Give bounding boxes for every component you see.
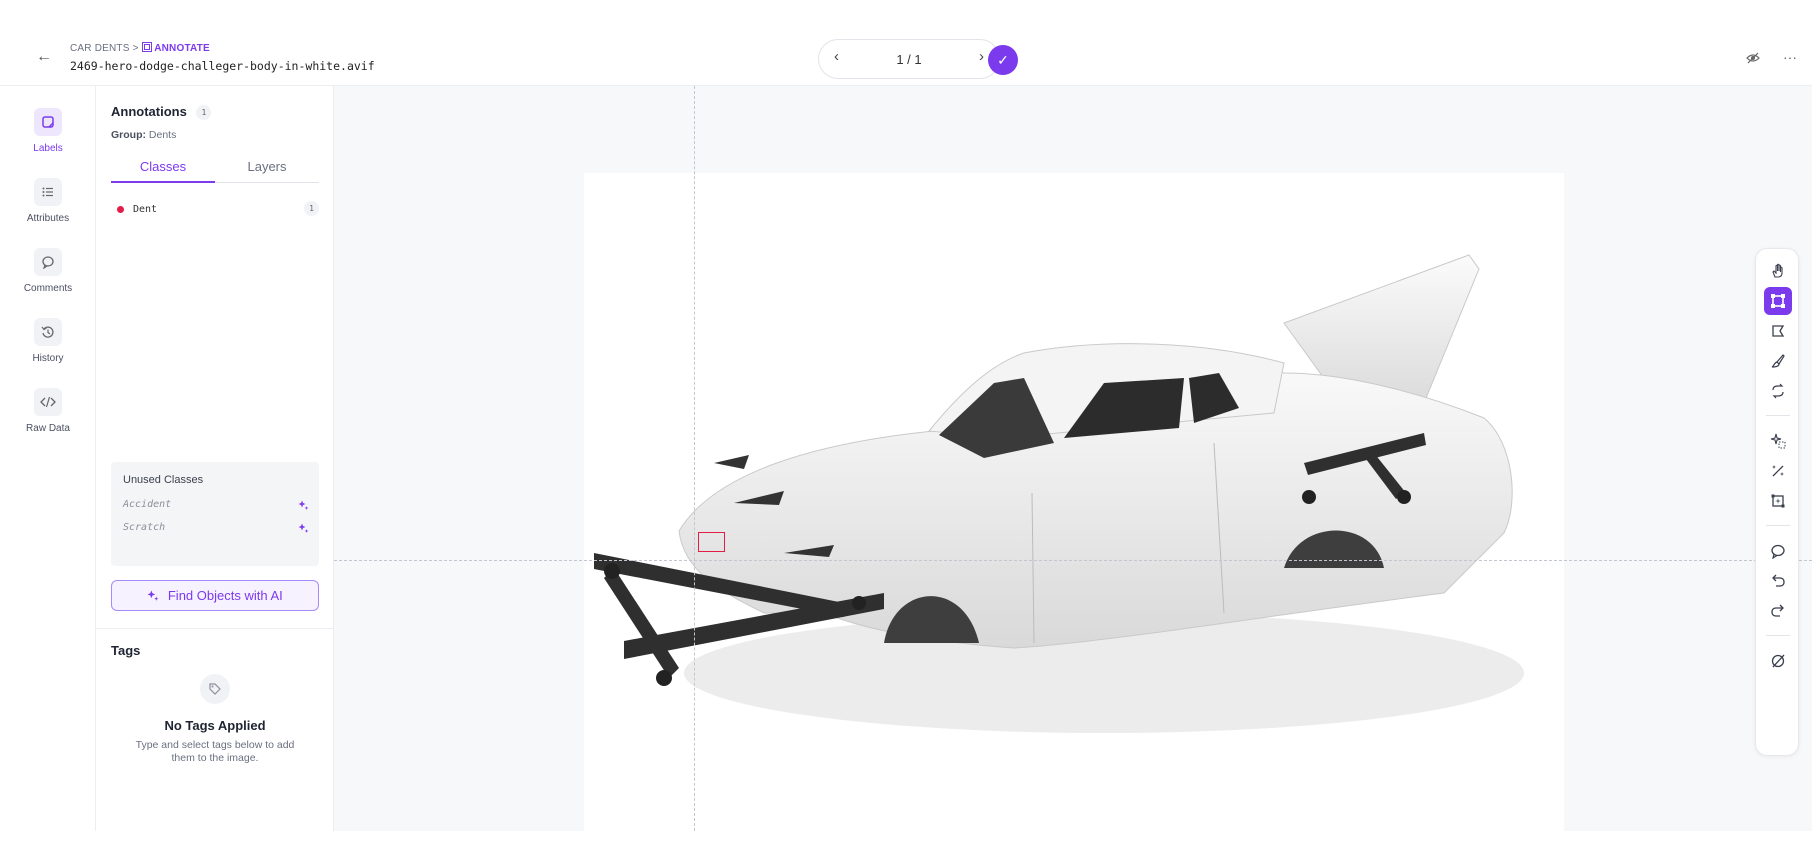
annotation-canvas[interactable] bbox=[334, 86, 1812, 831]
group-info: Group: Dents bbox=[111, 129, 176, 141]
image-pager: ‹ 1 / 1 › bbox=[818, 39, 1000, 79]
label-icon bbox=[34, 108, 62, 136]
smart-select-icon[interactable] bbox=[1764, 427, 1792, 455]
crosshair-horizontal bbox=[334, 560, 1812, 561]
find-objects-ai-label: Find Objects with AI bbox=[167, 588, 283, 603]
toolbar-divider bbox=[1766, 525, 1790, 526]
breadcrumb-current: ANNOTATE bbox=[141, 42, 210, 54]
left-rail: Labels Attributes Comments History Raw D… bbox=[0, 86, 96, 831]
no-tags-description: Type and select tags below to add them t… bbox=[135, 739, 295, 764]
tag-icon bbox=[200, 674, 230, 704]
find-objects-ai-button[interactable]: Find Objects with AI bbox=[111, 580, 319, 611]
approve-button[interactable]: ✓ bbox=[988, 45, 1018, 75]
panel-title: Annotations 1 bbox=[111, 104, 212, 120]
unused-class-scratch[interactable]: Scratch bbox=[123, 520, 309, 538]
top-bar: ← CAR DENTS > ANNOTATE 2469-hero-dodge-c… bbox=[0, 0, 1812, 86]
car-body-image bbox=[594, 254, 1524, 733]
code-icon bbox=[34, 388, 62, 416]
dent-bounding-box[interactable] bbox=[698, 532, 725, 552]
tab-classes[interactable]: Classes bbox=[111, 152, 215, 183]
bounding-box-icon[interactable] bbox=[1764, 287, 1792, 315]
unused-classes-title: Unused Classes bbox=[123, 474, 204, 486]
rail-item-label: Comments bbox=[23, 283, 73, 294]
rail-item-history[interactable]: History bbox=[0, 318, 96, 364]
annotation-count-badge: 1 bbox=[196, 105, 212, 120]
sparkle-icon[interactable] bbox=[298, 498, 309, 516]
panel-tabs: Classes Layers bbox=[111, 152, 319, 183]
sparkle-icon bbox=[147, 590, 163, 605]
breadcrumb-current-label: ANNOTATE bbox=[154, 43, 210, 54]
pager-count: 1 / 1 bbox=[896, 52, 922, 67]
tab-layers[interactable]: Layers bbox=[215, 152, 319, 183]
annotate-icon bbox=[141, 42, 152, 52]
history-icon bbox=[34, 318, 62, 346]
back-arrow-icon[interactable]: ← bbox=[36, 48, 52, 66]
rail-item-label: Attributes bbox=[26, 213, 70, 224]
tags-title: Tags bbox=[111, 643, 141, 658]
clear-icon[interactable] bbox=[1764, 647, 1792, 675]
comment-icon[interactable] bbox=[1764, 537, 1792, 565]
annotated-image[interactable] bbox=[584, 173, 1564, 831]
comment-icon bbox=[34, 248, 62, 276]
brush-icon[interactable] bbox=[1764, 347, 1792, 375]
class-name: Dent bbox=[133, 204, 158, 215]
rail-item-label: Labels bbox=[33, 143, 63, 154]
breadcrumb: CAR DENTS > ANNOTATE bbox=[70, 42, 210, 54]
class-color-dot bbox=[117, 206, 124, 213]
panel-divider bbox=[96, 628, 334, 629]
tool-palette bbox=[1755, 248, 1799, 756]
magic-wand-icon[interactable] bbox=[1764, 457, 1792, 485]
rail-item-comments[interactable]: Comments bbox=[0, 248, 96, 294]
more-horizontal-icon[interactable]: ··· bbox=[1783, 49, 1797, 65]
toolbar-divider bbox=[1766, 635, 1790, 636]
polygon-icon[interactable] bbox=[1764, 317, 1792, 345]
chevron-right-icon[interactable]: › bbox=[979, 48, 984, 65]
rail-item-label: Raw Data bbox=[26, 423, 70, 434]
group-value: Dents bbox=[148, 129, 177, 141]
rail-item-label: History bbox=[32, 353, 64, 364]
eye-off-icon[interactable] bbox=[1746, 51, 1760, 70]
rail-item-raw-data[interactable]: Raw Data bbox=[0, 388, 96, 434]
rail-item-attributes[interactable]: Attributes bbox=[0, 178, 96, 224]
list-icon bbox=[34, 178, 62, 206]
group-label: Group: bbox=[111, 129, 146, 141]
breadcrumb-separator: > bbox=[132, 43, 139, 54]
unused-class-accident[interactable]: Accident bbox=[123, 497, 309, 515]
unused-classes-section: Unused Classes Accident Scratch bbox=[111, 462, 319, 566]
class-row-dent[interactable]: Dent 1 bbox=[111, 201, 319, 221]
convert-icon[interactable] bbox=[1764, 377, 1792, 405]
unused-class-name: Accident bbox=[123, 499, 172, 510]
no-tags-title: No Tags Applied bbox=[164, 718, 266, 733]
breadcrumb-root[interactable]: CAR DENTS bbox=[70, 43, 130, 54]
redo-icon[interactable] bbox=[1764, 597, 1792, 625]
undo-icon[interactable] bbox=[1764, 567, 1792, 595]
crosshair-vertical bbox=[694, 86, 695, 831]
panel-title-text: Annotations bbox=[111, 104, 187, 119]
file-name: 2469-hero-dodge-challeger-body-in-white.… bbox=[70, 59, 375, 73]
class-count-badge: 1 bbox=[304, 201, 319, 216]
rail-item-labels[interactable]: Labels bbox=[0, 108, 96, 154]
check-icon: ✓ bbox=[997, 52, 1009, 68]
annotations-panel: Annotations 1 Group: Dents Classes Layer… bbox=[96, 86, 334, 831]
box-prompt-icon[interactable] bbox=[1764, 487, 1792, 515]
unused-class-name: Scratch bbox=[123, 522, 166, 533]
pan-hand-icon[interactable] bbox=[1764, 257, 1792, 285]
sparkle-icon[interactable] bbox=[298, 521, 309, 539]
toolbar-divider bbox=[1766, 415, 1790, 416]
